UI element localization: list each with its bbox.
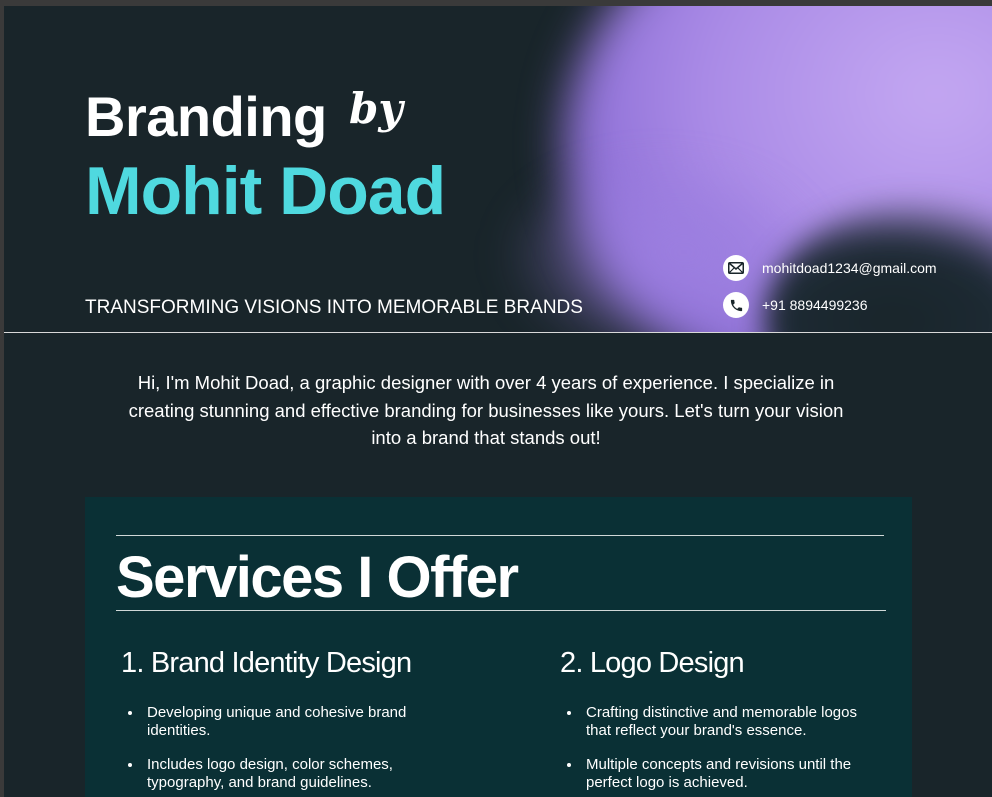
hero-banner: Branding by Mohit Doad TRANSFORMING VISI… (4, 6, 992, 333)
service-bullets: Crafting distinctive and memorable logos… (560, 704, 860, 791)
tagline: TRANSFORMING VISIONS INTO MEMORABLE BRAN… (85, 297, 583, 318)
service-logo-design: 2. Logo Design Crafting distinctive and … (560, 647, 860, 797)
hero-divider (4, 332, 992, 333)
services-title: Services I Offer (116, 545, 519, 610)
title-branding: Branding (85, 85, 327, 148)
phone-icon (723, 292, 749, 318)
phone-text[interactable]: +91 8894499236 (762, 297, 868, 313)
contact-phone[interactable]: +91 8894499236 (723, 292, 868, 318)
title-by: by (349, 84, 403, 133)
services-rule-top (116, 535, 884, 536)
contact-email[interactable]: mohitdoad1234@gmail.com (723, 255, 937, 281)
service-bullet: Developing unique and cohesive brand ide… (143, 704, 421, 739)
service-bullet: Includes logo design, color schemes, typ… (143, 756, 421, 791)
email-text[interactable]: mohitdoad1234@gmail.com (762, 260, 937, 276)
title-name: Mohit Doad (85, 153, 446, 229)
service-bullets: Developing unique and cohesive brand ide… (121, 704, 421, 791)
service-heading: 1. Brand Identity Design (121, 647, 412, 679)
service-heading: 2. Logo Design (560, 647, 745, 679)
brochure-page: Branding by Mohit Doad TRANSFORMING VISI… (4, 6, 992, 797)
service-bullet: Crafting distinctive and memorable logos… (582, 704, 860, 739)
services-panel: Services I Offer 1. Brand Identity Desig… (85, 497, 912, 797)
service-brand-identity: 1. Brand Identity Design Developing uniq… (121, 647, 421, 797)
envelope-icon (723, 255, 749, 281)
services-rule-bottom (116, 610, 886, 611)
intro-paragraph: Hi, I'm Mohit Doad, a graphic designer w… (128, 372, 844, 448)
service-bullet: Multiple concepts and revisions until th… (582, 756, 860, 791)
